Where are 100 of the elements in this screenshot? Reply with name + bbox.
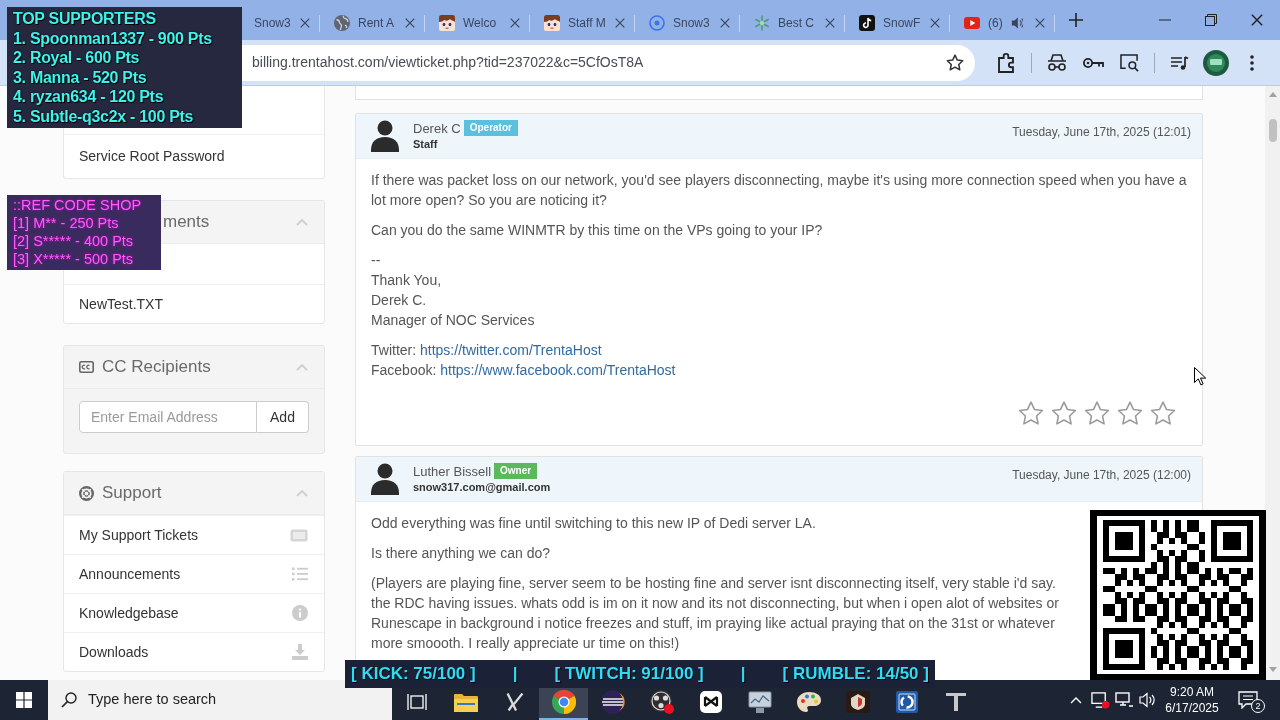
bowtie-tile-icon xyxy=(699,691,722,713)
message-text: -- Thank You, Derek C. Manager of NOC Services xyxy=(371,251,535,330)
speaker-icon[interactable] xyxy=(1139,692,1157,708)
t-shape-icon xyxy=(944,692,967,712)
close-icon[interactable] xyxy=(615,18,625,28)
cartoon-avatar-icon xyxy=(439,15,455,31)
address-field[interactable]: billing.trentahost.com/viewticket.php?tid=237022&c=5CfOsT8A xyxy=(242,44,975,81)
list-icon xyxy=(292,567,308,581)
link-label: Facebook: xyxy=(371,362,437,378)
notification-count: 2 xyxy=(1251,699,1265,713)
more-icon[interactable] xyxy=(1250,54,1254,71)
folder-icon xyxy=(453,692,478,712)
close-icon[interactable] xyxy=(405,18,415,28)
emblem-tile-icon xyxy=(845,691,870,713)
ref-code-entry: [1] M** - 250 Pts xyxy=(13,214,119,232)
browser-tab[interactable]: (6) xyxy=(950,6,1055,40)
link-label: Twitter: xyxy=(371,342,417,358)
caption-box-icon xyxy=(79,361,94,373)
scrollbar-thumb[interactable] xyxy=(1268,119,1277,142)
author-name: Derek C xyxy=(413,120,461,137)
globe-icon xyxy=(334,15,350,31)
restore-icon[interactable] xyxy=(1205,14,1217,26)
supporter-entry: 5. Subtle-q3c2x - 100 Pts xyxy=(13,106,194,126)
add-button[interactable]: Add xyxy=(257,401,309,433)
browser-tab[interactable]: Welco xyxy=(425,6,530,40)
chart-monitor-icon xyxy=(747,691,772,713)
message-text: Is there anything we can do? xyxy=(371,544,550,563)
close-icon[interactable] xyxy=(510,18,520,28)
play-icon xyxy=(964,17,980,29)
browser-tab[interactable]: Snow3 xyxy=(635,6,740,40)
supporter-entry: 2. Royal - 600 Pts xyxy=(13,48,140,68)
star-icon[interactable] xyxy=(946,53,964,72)
person-icon xyxy=(371,120,399,152)
profile-link[interactable]: https://twitter.com/TrentaHost xyxy=(420,342,602,358)
close-icon[interactable] xyxy=(720,18,730,28)
download-icon xyxy=(292,644,308,660)
music-note-icon xyxy=(859,15,875,31)
person-icon xyxy=(371,463,399,495)
screen-search-icon[interactable] xyxy=(1119,53,1139,72)
sidebar-link[interactable]: Announcements xyxy=(64,554,324,593)
speaker-icon xyxy=(1011,16,1023,30)
search-icon xyxy=(61,692,77,708)
panel-title: CC Recipients xyxy=(102,356,211,379)
sidebar-link[interactable]: Downloads xyxy=(64,632,324,671)
hat-and-glasses-icon[interactable] xyxy=(1047,54,1067,71)
browser-tab[interactable]: Best C xyxy=(740,6,845,40)
supporter-entry: 1. Spoonman1337 - 900 Pts xyxy=(13,28,212,48)
key-icon[interactable] xyxy=(1082,57,1104,68)
close-icon[interactable] xyxy=(300,18,310,28)
plus-icon[interactable] xyxy=(1069,13,1083,27)
supporter-entry: 3. Manna - 520 Pts xyxy=(13,67,147,87)
browser-tab[interactable]: Rent A xyxy=(320,6,425,40)
supporter-entry: 4. ryzan634 - 120 Pts xyxy=(13,87,164,107)
search-field[interactable]: Type here to search xyxy=(88,689,378,711)
panel-title: ments xyxy=(163,211,210,234)
star-icon[interactable] xyxy=(1151,401,1175,425)
star-rating[interactable] xyxy=(1019,401,1175,425)
browser-tab[interactable]: Snow3 xyxy=(242,6,320,40)
sidebar-link[interactable]: My Support Tickets xyxy=(64,515,324,554)
email-field[interactable]: Enter Email Address xyxy=(79,401,257,433)
goal-counter: [ TWITCH: 91/100 ] xyxy=(554,663,704,686)
clock-time: 9:20 AM xyxy=(1170,684,1214,700)
panel-title: Support xyxy=(102,482,162,505)
author-subtitle: Staff xyxy=(413,138,438,152)
browser-tab[interactable]: SnowF xyxy=(845,6,950,40)
color-wheel-icon xyxy=(551,690,576,714)
close-icon[interactable] xyxy=(1251,14,1263,26)
separator-text: | xyxy=(740,663,746,686)
star-icon[interactable] xyxy=(1118,401,1142,425)
close-icon[interactable] xyxy=(825,18,835,28)
sidebar-link[interactable]: Service Root Password xyxy=(64,134,324,178)
sidebar-link[interactable]: NewTest.TXT xyxy=(64,284,324,323)
music-list-icon[interactable] xyxy=(1171,55,1189,70)
record-ring-icon xyxy=(649,690,674,714)
role-tag: Operator xyxy=(463,120,518,137)
close-icon[interactable] xyxy=(1035,18,1045,28)
browser-tab[interactable]: Staff M xyxy=(530,6,635,40)
task-view-icon xyxy=(406,693,427,711)
message-text: Odd everything was fine until switching to this new IP of Dedi server LA. xyxy=(371,514,816,533)
alert-monitor-icon[interactable] xyxy=(1090,690,1110,710)
message-icon[interactable] xyxy=(1238,691,1258,709)
ring-icon xyxy=(649,15,665,31)
goal-counter: [ RUMBLE: 14/50 ] xyxy=(782,663,929,686)
sidebar-link[interactable]: Knowledgebase xyxy=(64,593,324,632)
emblem-tile-icon xyxy=(895,691,918,713)
close-icon[interactable] xyxy=(930,18,940,28)
ref-code-entry: [2] S***** - 400 Pts xyxy=(13,232,134,250)
taskbar-button[interactable] xyxy=(539,688,588,720)
card-icon xyxy=(290,528,308,542)
star-icon[interactable] xyxy=(1019,401,1043,425)
star-icon[interactable] xyxy=(1052,401,1076,425)
profile-avatar-icon[interactable] xyxy=(1203,49,1229,76)
separator-text: | xyxy=(512,663,518,686)
palette-icon xyxy=(796,691,821,713)
profile-link[interactable]: https://www.facebook.com/TrentaHost xyxy=(440,362,676,378)
role-tag: Owner xyxy=(494,463,538,480)
star-icon[interactable] xyxy=(1085,401,1109,425)
monitor-icon[interactable] xyxy=(1115,692,1133,708)
ref-code-entry: [3] X***** - 500 Pts xyxy=(13,250,134,268)
puzzle-icon[interactable] xyxy=(997,52,1015,73)
